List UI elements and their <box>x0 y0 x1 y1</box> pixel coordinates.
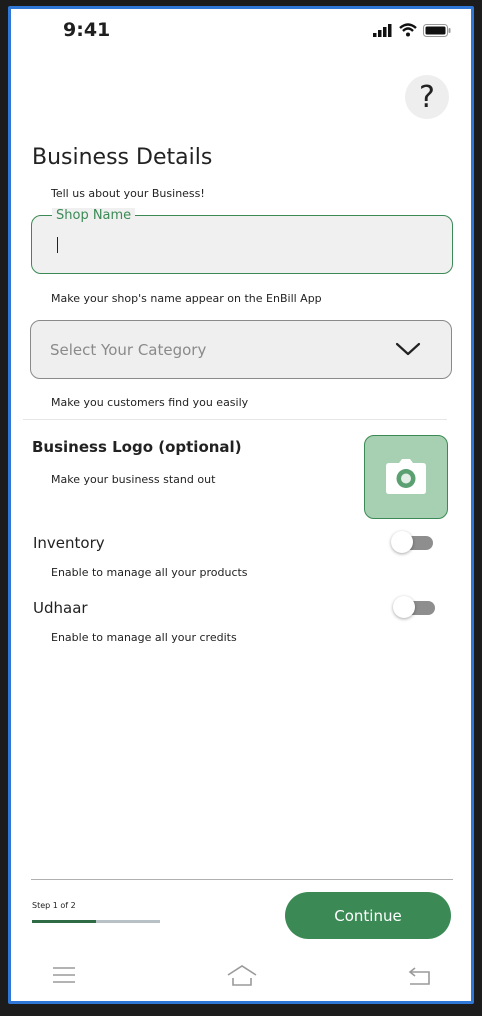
footer-divider <box>31 879 453 880</box>
wifi-icon <box>399 23 417 37</box>
system-nav-bar <box>11 959 471 995</box>
menu-icon[interactable] <box>52 965 76 985</box>
continue-label: Continue <box>334 906 402 925</box>
text-cursor <box>57 237 58 253</box>
inventory-helper: Enable to manage all your products <box>51 566 248 579</box>
toggle-knob <box>391 531 413 553</box>
logo-title: Business Logo (optional) <box>32 438 242 456</box>
camera-icon <box>386 459 426 494</box>
status-time: 9:41 <box>63 19 111 41</box>
step-indicator: Step 1 of 2 <box>32 901 76 910</box>
step-progress-bar <box>32 920 160 923</box>
logo-helper: Make your business stand out <box>51 473 216 486</box>
udhaar-title: Udhaar <box>33 599 88 617</box>
shop-name-helper: Make your shop's name appear on the EnBi… <box>51 292 322 305</box>
shop-name-label: Shop Name <box>52 208 136 223</box>
home-icon[interactable] <box>227 965 257 987</box>
signal-icon <box>373 23 392 37</box>
category-select[interactable]: Select Your Category <box>30 320 452 379</box>
category-placeholder: Select Your Category <box>50 341 207 359</box>
phone-screen: 9:41 ? Business Details Tell us about yo… <box>8 6 474 1004</box>
toggle-knob <box>393 596 415 618</box>
status-bar: 9:41 <box>11 9 471 53</box>
status-icons <box>373 23 451 37</box>
step-progress-fill <box>32 920 96 923</box>
category-helper: Make you customers find you easily <box>51 396 249 409</box>
udhaar-helper: Enable to manage all your credits <box>51 631 237 644</box>
shop-name-input[interactable]: Shop Name <box>31 208 453 274</box>
page-subtitle: Tell us about your Business! <box>51 187 205 200</box>
inventory-toggle[interactable] <box>391 531 433 553</box>
help-icon: ? <box>419 79 435 115</box>
back-icon[interactable] <box>407 965 433 987</box>
help-button[interactable]: ? <box>405 75 449 119</box>
chevron-down-icon <box>395 342 421 356</box>
divider <box>23 419 447 420</box>
logo-upload-button[interactable] <box>364 435 448 519</box>
continue-button[interactable]: Continue <box>285 892 451 939</box>
inventory-title: Inventory <box>33 534 105 552</box>
page-title: Business Details <box>32 145 213 170</box>
battery-icon <box>423 23 451 37</box>
udhaar-toggle[interactable] <box>393 596 435 618</box>
